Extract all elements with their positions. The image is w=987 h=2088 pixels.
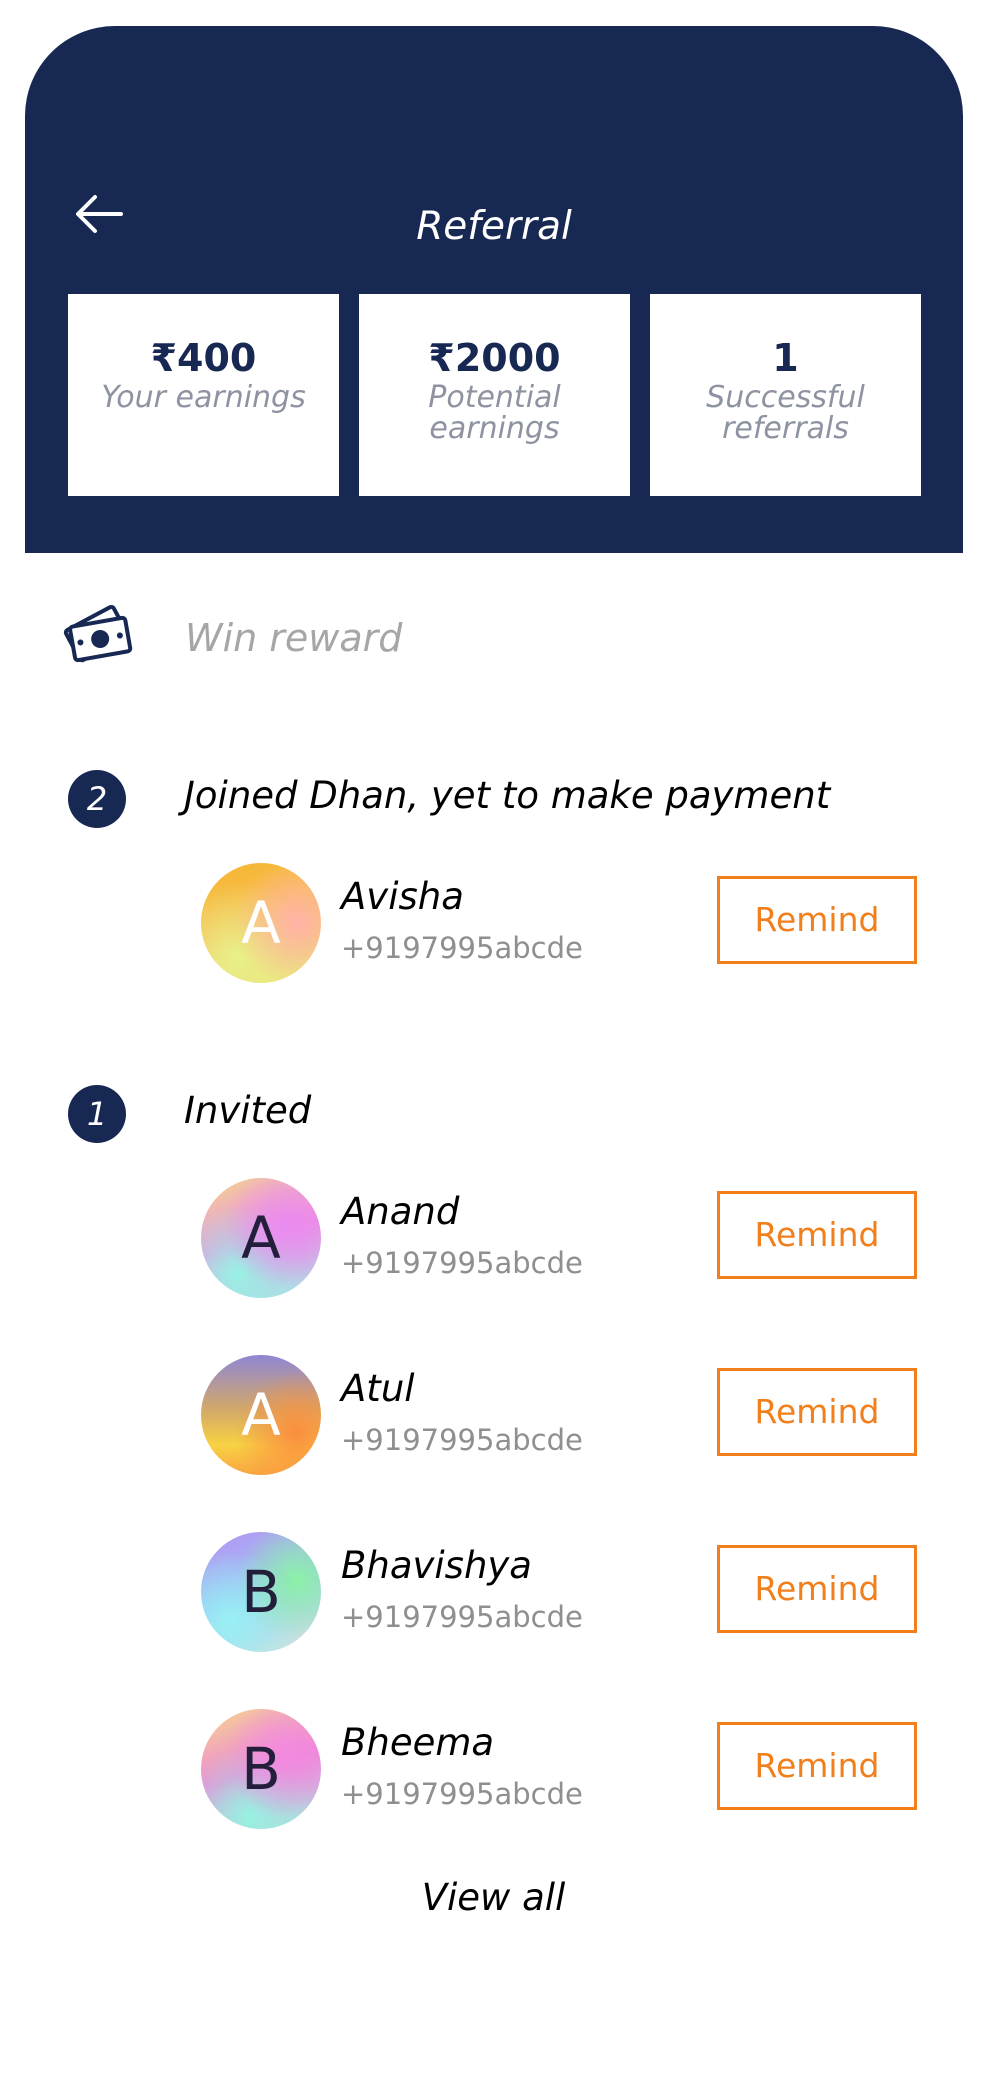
money-icon [63,604,133,663]
contact-name: Bheema [341,1721,495,1764]
list-item: A Avisha +9197995abcde Remind [201,863,921,983]
contact-phone: +9197995abcde [341,1246,583,1280]
contact-phone: +9197995abcde [341,1777,583,1811]
contact-name: Atul [341,1367,415,1410]
stat-card-potential-earnings: ₹2000 Potential earnings [359,294,630,496]
stat-label: Your earnings [101,380,306,415]
list-item: B Bheema +9197995abcde Remind [201,1709,921,1829]
avatar: B [201,1532,321,1652]
remind-button[interactable]: Remind [717,1545,917,1633]
view-all-link[interactable]: View all [0,1876,987,1919]
stat-label: Potential earnings [428,380,561,446]
win-reward-row[interactable]: Win reward [58,596,938,686]
stat-card-successful-referrals: 1 Successful referrals [650,294,921,496]
win-reward-label: Win reward [185,616,403,660]
stat-value: ₹2000 [428,336,561,380]
stat-value: 1 [772,336,799,380]
remind-button[interactable]: Remind [717,1368,917,1456]
remind-button[interactable]: Remind [717,876,917,964]
avatar: A [201,1178,321,1298]
remind-button[interactable]: Remind [717,1191,917,1279]
section-invited-header: 1 Invited [68,1085,948,1145]
contact-name: Anand [341,1190,460,1233]
stat-label: Successful referrals [706,380,865,446]
avatar: A [201,863,321,983]
list-item: B Bhavishya +9197995abcde Remind [201,1532,921,1652]
contact-name: Avisha [341,875,464,918]
section-title: Invited [184,1089,312,1132]
count-badge: 2 [68,770,126,828]
list-item: A Anand +9197995abcde Remind [201,1178,921,1298]
section-title: Joined Dhan, yet to make payment [184,774,831,817]
avatar: A [201,1355,321,1475]
stat-card-your-earnings: ₹400 Your earnings [68,294,339,496]
contact-phone: +9197995abcde [341,931,583,965]
stat-value: ₹400 [150,336,257,380]
contact-phone: +9197995abcde [341,1423,583,1457]
avatar: B [201,1709,321,1829]
section-joined-header: 2 Joined Dhan, yet to make payment [68,770,948,830]
remind-button[interactable]: Remind [717,1722,917,1810]
list-item: A Atul +9197995abcde Remind [201,1355,921,1475]
contact-phone: +9197995abcde [341,1600,583,1634]
contact-name: Bhavishya [341,1544,532,1587]
page-title: Referral [416,204,572,249]
header: Referral ₹400 Your earnings ₹2000 Potent… [25,26,963,553]
count-badge: 1 [68,1085,126,1143]
